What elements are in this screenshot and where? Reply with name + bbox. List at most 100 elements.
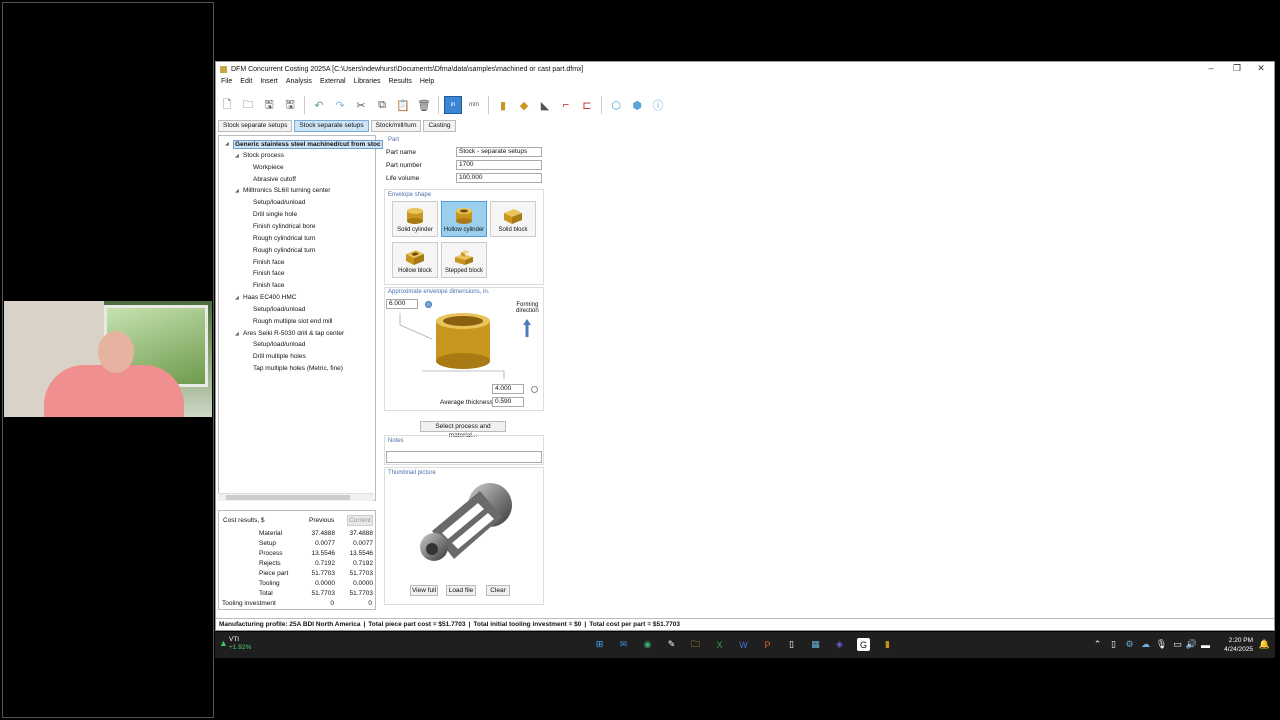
tab-stock-mill-turn[interactable]: Stock/mill/turn bbox=[370, 120, 422, 132]
tree-node[interactable]: Setup/load/unload bbox=[253, 341, 305, 348]
tab-stock-separate-setups-1[interactable]: Stock separate setups bbox=[218, 120, 293, 132]
menu-libraries[interactable]: Libraries bbox=[354, 78, 381, 90]
file-explorer-icon[interactable]: 🗀 bbox=[689, 638, 702, 651]
powerpoint-icon[interactable]: P bbox=[761, 638, 774, 651]
network-share-icon[interactable]: ⚙ bbox=[1123, 638, 1136, 651]
shape-hollow-cylinder[interactable]: Hollow cylinder bbox=[441, 201, 487, 237]
units-mm-button[interactable]: mm bbox=[465, 96, 483, 114]
wireframe-view-icon[interactable]: ⬢ bbox=[628, 96, 646, 114]
tree-node[interactable]: Drill multiple holes bbox=[253, 353, 306, 360]
clamp-icon[interactable]: ⊏ bbox=[578, 96, 596, 114]
clear-button[interactable]: Clear bbox=[486, 585, 510, 596]
tree-expander-icon[interactable]: ◢ bbox=[235, 295, 239, 301]
menu-external[interactable]: External bbox=[320, 78, 346, 90]
cut-icon[interactable]: ✂ bbox=[352, 96, 370, 114]
tree-horizontal-scrollbar[interactable] bbox=[218, 493, 374, 501]
usb-icon[interactable]: ▯ bbox=[1107, 638, 1120, 651]
menu-file[interactable]: File bbox=[221, 78, 232, 90]
shape-solid-block[interactable]: Solid block bbox=[490, 201, 536, 237]
outlook-icon[interactable]: ✉ bbox=[617, 638, 630, 651]
length-input[interactable]: 6.000 bbox=[386, 299, 418, 309]
tree-node[interactable]: Milltronics SL6II turning center bbox=[243, 187, 330, 194]
tree-expander-icon[interactable]: ◢ bbox=[235, 331, 239, 337]
units-inch-button[interactable]: in bbox=[444, 96, 462, 114]
google-icon[interactable]: G bbox=[857, 638, 870, 651]
notes-input[interactable] bbox=[386, 451, 542, 463]
battery-icon[interactable]: ▬ bbox=[1199, 638, 1212, 651]
length-radio[interactable] bbox=[425, 301, 432, 308]
tab-stock-separate-setups-2[interactable]: Stock separate setups bbox=[294, 120, 369, 132]
tree-node[interactable]: Haas EC400 HMC bbox=[243, 294, 296, 301]
word-icon[interactable]: W bbox=[737, 638, 750, 651]
stock-bar-icon[interactable]: ▮ bbox=[494, 96, 512, 114]
shape-hollow-block[interactable]: Hollow block bbox=[392, 242, 438, 278]
copy-icon[interactable]: ⧉ bbox=[373, 96, 391, 114]
redo-icon[interactable]: ↷ bbox=[331, 96, 349, 114]
open-folder-icon[interactable]: 🗀 bbox=[239, 96, 257, 114]
teams-icon[interactable]: ◈ bbox=[833, 638, 846, 651]
average-thickness-input[interactable]: 0.590 bbox=[492, 397, 524, 407]
tree-node[interactable]: Finish face bbox=[253, 259, 284, 266]
view-full-button[interactable]: View full bbox=[410, 585, 438, 596]
part-name-input[interactable]: Stock - separate setups bbox=[456, 147, 542, 157]
tree-node[interactable]: Drill single hole bbox=[253, 211, 297, 218]
tab-casting[interactable]: Casting bbox=[423, 120, 456, 132]
dfma-icon[interactable]: ▦ bbox=[809, 638, 822, 651]
minimize-icon[interactable]: – bbox=[1198, 63, 1224, 73]
tree-node[interactable]: Rough multiple slot end mill bbox=[253, 318, 332, 325]
tree-node[interactable]: Setup/load/unload bbox=[253, 306, 305, 313]
current-button[interactable]: Current bbox=[347, 515, 373, 526]
display-icon[interactable]: ▭ bbox=[1171, 638, 1184, 651]
tree-expander-icon[interactable]: ◢ bbox=[235, 188, 239, 194]
shape-stepped-block[interactable]: Stepped block bbox=[441, 242, 487, 278]
tree-node[interactable]: Rough cylindrical turn bbox=[253, 247, 316, 254]
notification-icon[interactable]: 🔔 bbox=[1258, 638, 1271, 651]
close-icon[interactable]: ✕ bbox=[1248, 63, 1274, 74]
help-icon[interactable]: ⓘ bbox=[649, 96, 667, 114]
menu-insert[interactable]: Insert bbox=[260, 78, 278, 90]
shape-solid-cylinder[interactable]: Solid cylinder bbox=[392, 201, 438, 237]
tree-node[interactable]: Workpiece bbox=[253, 164, 284, 171]
tree-node[interactable]: Generic stainless steel machined/cut fro… bbox=[233, 140, 383, 149]
diameter-input[interactable]: 4.000 bbox=[492, 384, 524, 394]
load-file-button[interactable]: Load file bbox=[446, 585, 476, 596]
tree-expander-icon[interactable]: ◢ bbox=[235, 153, 239, 159]
select-process-material-button[interactable]: Select process and material... bbox=[420, 421, 506, 439]
show-hidden-icons-icon[interactable]: ⌃ bbox=[1091, 638, 1104, 651]
life-volume-input[interactable]: 100,000 bbox=[456, 173, 542, 183]
tree-expander-icon[interactable]: ◢ bbox=[225, 141, 229, 147]
save-as-icon[interactable]: 🖫 bbox=[281, 96, 299, 114]
part-number-input[interactable]: 1700 bbox=[456, 160, 542, 170]
dfm-costing-icon[interactable]: ▮ bbox=[881, 638, 894, 651]
machine-tool-icon[interactable]: ◣ bbox=[536, 96, 554, 114]
tree-node[interactable]: Tap multiple holes (Metric, fine) bbox=[253, 365, 343, 372]
paste-icon[interactable]: 📋 bbox=[394, 96, 412, 114]
delete-icon[interactable]: 🗑 bbox=[415, 96, 433, 114]
save-icon[interactable]: 🖫 bbox=[260, 96, 278, 114]
edge-icon[interactable]: ◉ bbox=[641, 638, 654, 651]
speaker-icon[interactable]: 🔊 bbox=[1185, 638, 1198, 651]
block-material-icon[interactable]: ◆ bbox=[515, 96, 533, 114]
microphone-icon[interactable]: 🎙 bbox=[1155, 638, 1168, 651]
onedrive-icon[interactable]: ☁ bbox=[1139, 638, 1152, 651]
new-file-icon[interactable]: 🗋 bbox=[218, 96, 236, 114]
menu-results[interactable]: Results bbox=[388, 78, 411, 90]
menu-edit[interactable]: Edit bbox=[240, 78, 252, 90]
restore-icon[interactable]: ❐ bbox=[1224, 63, 1250, 74]
tree-node[interactable]: Rough cylindrical turn bbox=[253, 235, 316, 242]
tree-node[interactable]: Finish face bbox=[253, 270, 284, 277]
tree-node[interactable]: Stock process bbox=[243, 152, 284, 159]
menu-help[interactable]: Help bbox=[420, 78, 434, 90]
tree-node[interactable]: Finish face bbox=[253, 282, 284, 289]
diameter-radio[interactable] bbox=[531, 386, 538, 393]
undo-icon[interactable]: ↶ bbox=[310, 96, 328, 114]
magnet-icon[interactable]: ⌐ bbox=[557, 96, 575, 114]
stock-ticker[interactable]: VTI +1.92% bbox=[229, 636, 251, 652]
document-icon[interactable]: ▯ bbox=[785, 638, 798, 651]
tree-node[interactable]: Finish cylindrical bore bbox=[253, 223, 316, 230]
cube-view-icon[interactable]: ⬡ bbox=[607, 96, 625, 114]
excel-icon[interactable]: X bbox=[713, 638, 726, 651]
tree-node[interactable]: Abrasive cutoff bbox=[253, 176, 296, 183]
menu-analysis[interactable]: Analysis bbox=[286, 78, 312, 90]
tree-node[interactable]: Setup/load/unload bbox=[253, 199, 305, 206]
